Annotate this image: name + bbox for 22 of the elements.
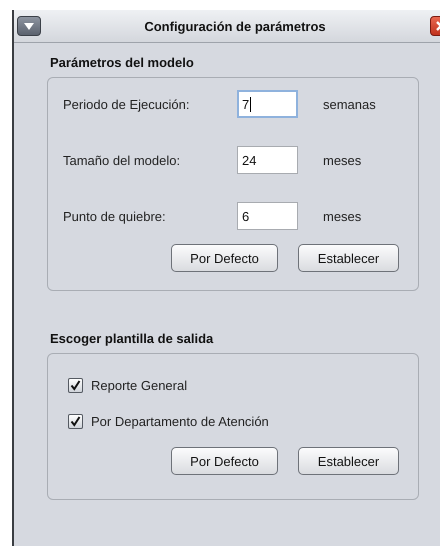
action-button[interactable]: Por Defecto [171,447,278,475]
checkbox-label: Por Departamento de Atención [91,414,269,428]
action-button[interactable]: Establecer [298,447,399,475]
checkbox-label: Reporte General [91,378,188,392]
action-button[interactable]: Por Defecto [171,244,278,272]
field-label: Punto de quiebre: [63,208,167,224]
unit-label: semanas [323,96,376,112]
checkbox[interactable] [68,414,83,428]
field-label: Tamaño del modelo: [63,152,182,168]
window-menu-button[interactable] [17,16,41,36]
input-field[interactable]: 6 [237,202,298,230]
triangle-down-icon [24,22,34,30]
input-field[interactable]: 24 [237,146,298,174]
window-title: Configuración de parámetros [143,18,327,34]
checkbox[interactable] [68,378,83,392]
group-title: Parámetros del modelo [50,55,195,71]
unit-label: meses [323,152,362,168]
group-title: Escoger plantilla de salida [50,331,214,347]
unit-label: meses [323,208,362,224]
input-field[interactable]: 7 [237,90,298,118]
field-label: Periodo de Ejecución: [63,96,190,112]
action-button[interactable]: Establecer [298,244,399,272]
